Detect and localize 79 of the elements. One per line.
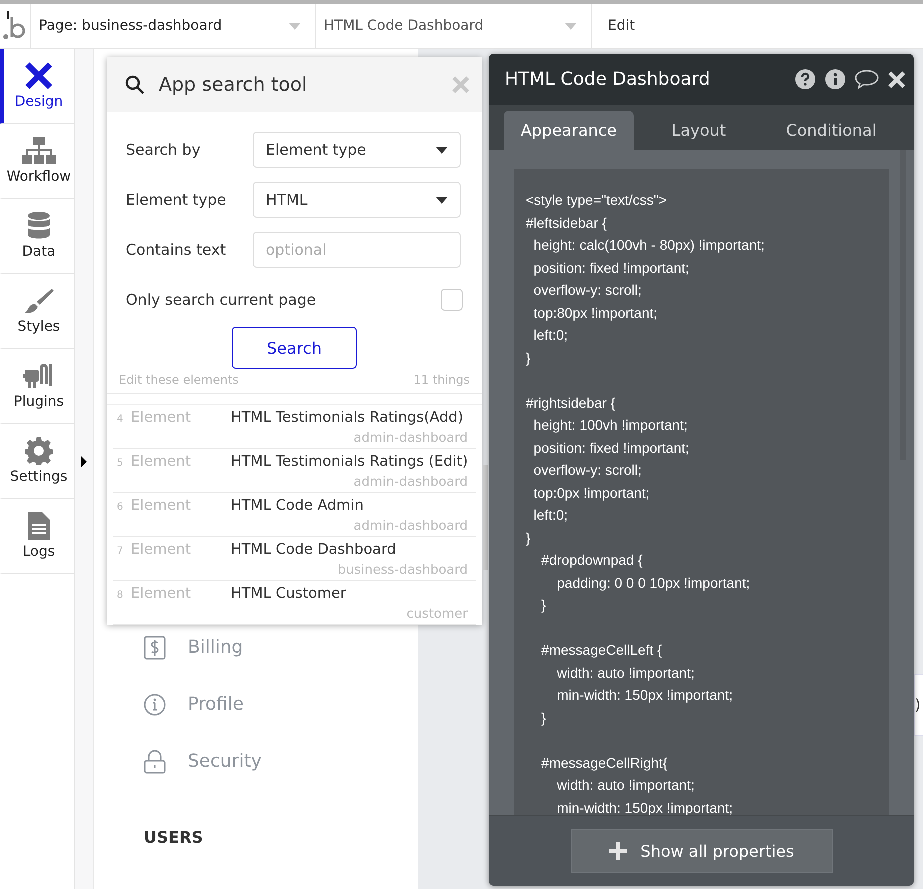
tab[interactable]: Conditional [764,111,899,150]
page-name: admin-dashboard [354,431,468,446]
page-name: admin-dashboard [354,519,468,534]
info-icon [144,694,166,716]
page-dropdown[interactable]: Page: business-dashboard [31,4,316,48]
panel-title: App search tool [159,74,308,96]
close-icon[interactable] [888,70,906,88]
expand-caret-icon[interactable] [81,456,87,468]
element-type: Element [131,454,192,470]
code-text: <style type="text/css"> #leftsidebar { height: calc(100vh - 80px) !important; position: fixed !important; overflow-y: scroll; top:80px !important; left:0; } [526,191,766,368]
logo-icon[interactable] [3,11,27,41]
help-icon[interactable] [795,69,816,90]
results-caption: Edit these elements [119,373,239,387]
caret-icon [565,22,577,30]
code-editor[interactable] [514,169,889,815]
element-type: Element [131,410,192,426]
result-row[interactable]: 7 Element HTML Code Dashboard business-dashboard [113,537,476,581]
page-name: customer [406,607,468,622]
info-icon[interactable] [825,69,846,90]
tab[interactable]: Appearance [504,111,634,150]
row-number: 7 [116,545,124,557]
element-name: HTML Testimonials Ratings(Add) [231,410,464,426]
field-label: Only search current page [126,291,316,309]
element-name: HTML Code Dashboard [231,542,396,558]
search-icon [125,74,145,94]
row-number: 5 [116,457,124,469]
element-dropdown[interactable]: HTML Code Dashboard [316,4,592,48]
field-label: Contains text [126,241,228,259]
row-number: 6 [116,501,124,513]
database-icon [28,212,50,240]
result-row[interactable]: 8 Element HTML Customer customer [113,581,476,625]
panel-title: HTML Code Dashboard [505,69,712,90]
field-label: Search by [126,141,202,159]
caret-icon [436,196,448,204]
results-count: 11 things [414,373,470,387]
checkbox[interactable] [441,289,463,311]
caret-icon [289,22,301,30]
element-type: Element [131,498,192,514]
lock-icon [144,750,166,774]
comment-icon[interactable] [855,69,879,90]
show-all-properties-button[interactable]: Show all properties [570,829,832,873]
dollar-icon [144,636,166,660]
element-name: HTML Testimonials Ratings (Edit) [231,454,468,470]
result-row[interactable]: 4 Element HTML Testimonials Ratings(Add) admin-dashboard [113,405,476,449]
caret-icon [436,146,448,154]
row-number: 4 [116,413,124,425]
scrollbar[interactable] [483,465,488,570]
plug-icon [23,362,55,390]
sidebar-tab[interactable]: Logs [0,499,74,574]
sidebar-tab[interactable]: Workflow [0,124,74,199]
settings-icon [25,437,53,465]
sitemap-icon [22,137,56,165]
document-icon [28,512,50,540]
field-label: Element type [126,191,228,209]
result-row[interactable]: 6 Element HTML Code Admin admin-dashboard [113,493,476,537]
brush-icon [24,287,54,315]
card-fragment: ) [914,674,923,736]
sidebar-tab[interactable]: Styles [0,274,74,349]
dropdown[interactable]: Element type [253,132,461,168]
element-type: Element [131,586,192,602]
page-name: business-dashboard [338,563,468,578]
search-button[interactable]: Search [232,327,357,369]
sidebar-tab[interactable]: Plugins [0,349,74,424]
row-number: 8 [116,589,124,601]
text-field[interactable]: optional [253,232,461,268]
element-name: HTML Customer [231,586,346,602]
edit-menu[interactable]: Edit [592,4,652,48]
sidebar-tab[interactable]: Data [0,199,74,274]
code-text: #rightsidebar { height: 100vh !important; position: fixed !important; overflow-y: scroll; top:0px !important; left:0; } #dropdownpad { padding: 0 0 0 10px !important; } [526,394,752,615]
page-name: admin-dashboard [354,475,468,490]
code-text: #messageCellLeft { width: auto !important; min-width: 150px !important; } [540,641,734,728]
tab[interactable]: Layout [634,111,764,150]
plus-icon [608,842,627,860]
element-name: HTML Code Admin [231,498,364,514]
result-row[interactable]: 5 Element HTML Testimonials Ratings (Edit) admin-dashboard [113,449,476,493]
section-heading: USERS [144,828,204,847]
element-type: Element [131,542,192,558]
dropdown[interactable]: HTML [253,182,461,218]
scrollbar[interactable] [900,150,906,460]
